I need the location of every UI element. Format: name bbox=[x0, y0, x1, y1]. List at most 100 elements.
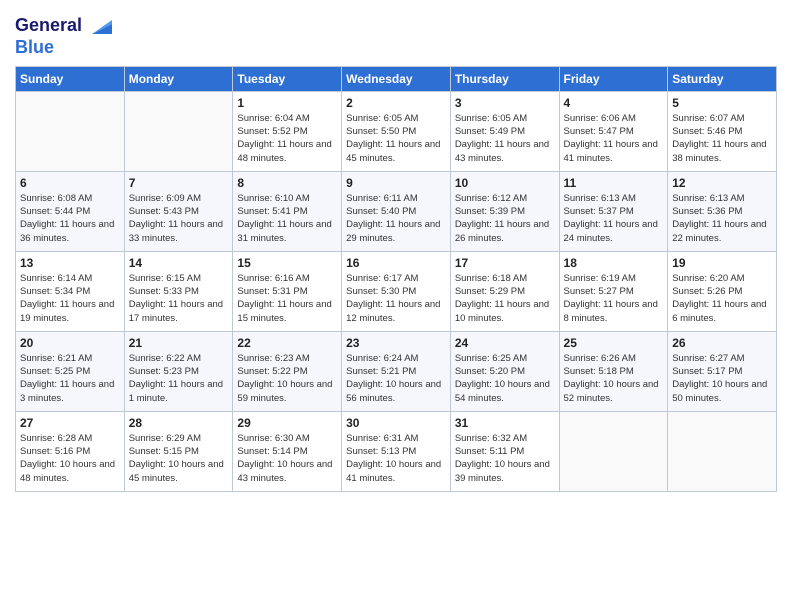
day-cell: 11Sunrise: 6:13 AM Sunset: 5:37 PM Dayli… bbox=[559, 171, 668, 251]
day-number: 25 bbox=[564, 336, 664, 350]
day-info: Sunrise: 6:21 AM Sunset: 5:25 PM Dayligh… bbox=[20, 352, 120, 405]
calendar-table: SundayMondayTuesdayWednesdayThursdayFrid… bbox=[15, 66, 777, 492]
day-info: Sunrise: 6:29 AM Sunset: 5:15 PM Dayligh… bbox=[129, 432, 229, 485]
week-row-3: 13 Sunrise: 6:14 AM Sunset: 5:34 PM Dayli… bbox=[16, 251, 777, 331]
col-header-monday: Monday bbox=[124, 66, 233, 91]
day-number: 31 bbox=[455, 416, 555, 430]
day-info: Sunrise: 6:25 AM Sunset: 5:20 PM Dayligh… bbox=[455, 352, 555, 405]
header: General Blue bbox=[15, 10, 777, 58]
day-cell bbox=[124, 91, 233, 171]
col-header-wednesday: Wednesday bbox=[342, 66, 451, 91]
day-cell bbox=[668, 411, 777, 491]
day-info: Sunrise: 6:05 AM Sunset: 5:50 PM Dayligh… bbox=[346, 112, 446, 165]
week-row-5: 27Sunrise: 6:28 AM Sunset: 5:16 PM Dayli… bbox=[16, 411, 777, 491]
day-number: 15 bbox=[237, 256, 337, 270]
day-number: 1 bbox=[237, 96, 337, 110]
day-number: 26 bbox=[672, 336, 772, 350]
day-cell: 5 Sunrise: 6:07 AM Sunset: 5:46 PM Daylig… bbox=[668, 91, 777, 171]
day-number: 30 bbox=[346, 416, 446, 430]
day-info: Sunrise: 6:30 AM Sunset: 5:14 PM Dayligh… bbox=[237, 432, 337, 485]
day-cell: 30 Sunrise: 6:31 AM Sunset: 5:13 PM Dayli… bbox=[342, 411, 451, 491]
day-number: 11 bbox=[564, 176, 664, 190]
day-cell: 16 Sunrise: 6:17 AM Sunset: 5:30 PM Dayli… bbox=[342, 251, 451, 331]
logo-text: General bbox=[15, 16, 82, 36]
day-number: 12 bbox=[672, 176, 772, 190]
day-number: 17 bbox=[455, 256, 555, 270]
day-cell: 1 Sunrise: 6:04 AM Sunset: 5:52 PM Daylig… bbox=[233, 91, 342, 171]
day-info: Sunrise: 6:18 AM Sunset: 5:29 PM Dayligh… bbox=[455, 272, 555, 325]
day-cell: 31 Sunrise: 6:32 AM Sunset: 5:11 PM Dayli… bbox=[450, 411, 559, 491]
logo: General Blue bbox=[15, 10, 116, 58]
day-info: Sunrise: 6:15 AM Sunset: 5:33 PM Dayligh… bbox=[129, 272, 229, 325]
day-number: 4 bbox=[564, 96, 664, 110]
day-info: Sunrise: 6:10 AM Sunset: 5:41 PM Dayligh… bbox=[237, 192, 337, 245]
day-number: 24 bbox=[455, 336, 555, 350]
day-number: 9 bbox=[346, 176, 446, 190]
day-cell: 12 Sunrise: 6:13 AM Sunset: 5:36 PM Dayli… bbox=[668, 171, 777, 251]
day-number: 29 bbox=[237, 416, 337, 430]
day-info: Sunrise: 6:16 AM Sunset: 5:31 PM Dayligh… bbox=[237, 272, 337, 325]
day-cell: 19 Sunrise: 6:20 AM Sunset: 5:26 PM Dayli… bbox=[668, 251, 777, 331]
day-number: 3 bbox=[455, 96, 555, 110]
day-info: Sunrise: 6:22 AM Sunset: 5:23 PM Dayligh… bbox=[129, 352, 229, 405]
day-cell: 25Sunrise: 6:26 AM Sunset: 5:18 PM Dayli… bbox=[559, 331, 668, 411]
day-cell: 24 Sunrise: 6:25 AM Sunset: 5:20 PM Dayli… bbox=[450, 331, 559, 411]
col-header-friday: Friday bbox=[559, 66, 668, 91]
day-number: 14 bbox=[129, 256, 229, 270]
page: General Blue SundayMondayTuesdayWednesda… bbox=[0, 0, 792, 612]
col-header-tuesday: Tuesday bbox=[233, 66, 342, 91]
day-cell: 2 Sunrise: 6:05 AM Sunset: 5:50 PM Daylig… bbox=[342, 91, 451, 171]
day-info: Sunrise: 6:19 AM Sunset: 5:27 PM Dayligh… bbox=[564, 272, 664, 325]
day-number: 2 bbox=[346, 96, 446, 110]
day-cell: 9 Sunrise: 6:11 AM Sunset: 5:40 PM Daylig… bbox=[342, 171, 451, 251]
day-info: Sunrise: 6:04 AM Sunset: 5:52 PM Dayligh… bbox=[237, 112, 337, 165]
day-number: 7 bbox=[129, 176, 229, 190]
col-header-sunday: Sunday bbox=[16, 66, 125, 91]
day-cell: 21 Sunrise: 6:22 AM Sunset: 5:23 PM Dayli… bbox=[124, 331, 233, 411]
col-header-saturday: Saturday bbox=[668, 66, 777, 91]
day-info: Sunrise: 6:06 AM Sunset: 5:47 PM Dayligh… bbox=[564, 112, 664, 165]
day-cell: 27Sunrise: 6:28 AM Sunset: 5:16 PM Dayli… bbox=[16, 411, 125, 491]
day-info: Sunrise: 6:09 AM Sunset: 5:43 PM Dayligh… bbox=[129, 192, 229, 245]
day-cell: 15 Sunrise: 6:16 AM Sunset: 5:31 PM Dayli… bbox=[233, 251, 342, 331]
day-cell: 4 Sunrise: 6:06 AM Sunset: 5:47 PM Daylig… bbox=[559, 91, 668, 171]
day-number: 19 bbox=[672, 256, 772, 270]
day-number: 21 bbox=[129, 336, 229, 350]
day-info: Sunrise: 6:14 AM Sunset: 5:34 PM Dayligh… bbox=[20, 272, 120, 325]
day-info: Sunrise: 6:20 AM Sunset: 5:26 PM Dayligh… bbox=[672, 272, 772, 325]
day-info: Sunrise: 6:23 AM Sunset: 5:22 PM Dayligh… bbox=[237, 352, 337, 405]
day-number: 13 bbox=[20, 256, 120, 270]
day-cell: 13 Sunrise: 6:14 AM Sunset: 5:34 PM Dayli… bbox=[16, 251, 125, 331]
day-number: 16 bbox=[346, 256, 446, 270]
day-info: Sunrise: 6:31 AM Sunset: 5:13 PM Dayligh… bbox=[346, 432, 446, 485]
day-info: Sunrise: 6:05 AM Sunset: 5:49 PM Dayligh… bbox=[455, 112, 555, 165]
header-row: SundayMondayTuesdayWednesdayThursdayFrid… bbox=[16, 66, 777, 91]
day-cell: 26Sunrise: 6:27 AM Sunset: 5:17 PM Dayli… bbox=[668, 331, 777, 411]
day-info: Sunrise: 6:32 AM Sunset: 5:11 PM Dayligh… bbox=[455, 432, 555, 485]
day-cell: 22 Sunrise: 6:23 AM Sunset: 5:22 PM Dayli… bbox=[233, 331, 342, 411]
day-info: Sunrise: 6:12 AM Sunset: 5:39 PM Dayligh… bbox=[455, 192, 555, 245]
logo-icon bbox=[84, 10, 116, 42]
day-number: 22 bbox=[237, 336, 337, 350]
day-cell: 20Sunrise: 6:21 AM Sunset: 5:25 PM Dayli… bbox=[16, 331, 125, 411]
day-cell: 10Sunrise: 6:12 AM Sunset: 5:39 PM Dayli… bbox=[450, 171, 559, 251]
day-cell: 17 Sunrise: 6:18 AM Sunset: 5:29 PM Dayli… bbox=[450, 251, 559, 331]
day-cell: 28 Sunrise: 6:29 AM Sunset: 5:15 PM Dayli… bbox=[124, 411, 233, 491]
day-cell: 29 Sunrise: 6:30 AM Sunset: 5:14 PM Dayli… bbox=[233, 411, 342, 491]
week-row-4: 20Sunrise: 6:21 AM Sunset: 5:25 PM Dayli… bbox=[16, 331, 777, 411]
day-cell: 3 Sunrise: 6:05 AM Sunset: 5:49 PM Daylig… bbox=[450, 91, 559, 171]
day-cell: 6 Sunrise: 6:08 AM Sunset: 5:44 PM Daylig… bbox=[16, 171, 125, 251]
day-number: 5 bbox=[672, 96, 772, 110]
day-info: Sunrise: 6:08 AM Sunset: 5:44 PM Dayligh… bbox=[20, 192, 120, 245]
day-cell bbox=[16, 91, 125, 171]
day-info: Sunrise: 6:17 AM Sunset: 5:30 PM Dayligh… bbox=[346, 272, 446, 325]
day-info: Sunrise: 6:28 AM Sunset: 5:16 PM Dayligh… bbox=[20, 432, 120, 485]
day-info: Sunrise: 6:07 AM Sunset: 5:46 PM Dayligh… bbox=[672, 112, 772, 165]
day-number: 18 bbox=[564, 256, 664, 270]
day-number: 28 bbox=[129, 416, 229, 430]
week-row-1: 1 Sunrise: 6:04 AM Sunset: 5:52 PM Daylig… bbox=[16, 91, 777, 171]
day-info: Sunrise: 6:13 AM Sunset: 5:36 PM Dayligh… bbox=[672, 192, 772, 245]
day-info: Sunrise: 6:11 AM Sunset: 5:40 PM Dayligh… bbox=[346, 192, 446, 245]
col-header-thursday: Thursday bbox=[450, 66, 559, 91]
day-number: 6 bbox=[20, 176, 120, 190]
